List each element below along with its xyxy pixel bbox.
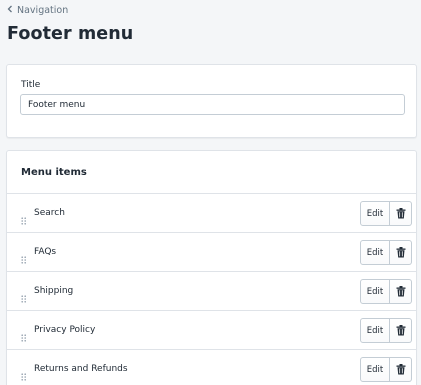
delete-button[interactable] [390,318,412,343]
menu-item-label: Privacy Policy [34,325,96,335]
breadcrumb[interactable]: Navigation [6,5,68,16]
trash-icon [396,325,405,336]
menu-item-row: Search Edit [7,194,416,233]
menu-item-label: Search [34,208,65,218]
trash-icon [396,364,405,375]
delete-button[interactable] [390,240,412,265]
title-card: Title [6,64,417,138]
breadcrumb-label[interactable]: Navigation [17,5,68,16]
trash-icon [396,286,405,297]
menu-item-label: Shipping [34,286,74,296]
menu-items-card: Menu items Search Edit FAQs Edit Shippin… [6,150,417,385]
menu-item-row: FAQs Edit [7,233,416,272]
edit-button[interactable]: Edit [360,201,390,226]
menu-item-actions: Edit [360,357,412,382]
drag-handle-icon[interactable] [21,327,27,342]
delete-button[interactable] [390,279,412,304]
delete-button[interactable] [390,201,412,226]
menu-item-actions: Edit [360,279,412,304]
drag-handle-icon[interactable] [21,288,27,303]
trash-icon [396,247,405,258]
menu-item-label: FAQs [34,247,57,257]
page: Navigation Footer menu Title Menu items … [0,0,421,385]
menu-items-list: Search Edit FAQs Edit Shipping Edit Priv… [7,194,416,385]
menu-item-row: Shipping Edit [7,272,416,311]
edit-button[interactable]: Edit [360,279,390,304]
menu-item-actions: Edit [360,201,412,226]
trash-icon [396,208,405,219]
drag-handle-icon[interactable] [21,210,27,225]
menu-item-actions: Edit [360,240,412,265]
menu-items-heading: Menu items [21,167,87,178]
delete-button[interactable] [390,357,412,382]
edit-button[interactable]: Edit [360,240,390,265]
menu-item-row: Privacy Policy Edit [7,311,416,350]
menu-item-actions: Edit [360,318,412,343]
page-title: Footer menu [7,24,134,44]
title-input[interactable] [20,94,405,115]
edit-button[interactable]: Edit [360,357,390,382]
menu-item-label: Returns and Refunds [34,364,128,374]
title-field-label: Title [21,80,41,90]
edit-button[interactable]: Edit [360,318,390,343]
drag-handle-icon[interactable] [21,366,27,381]
menu-item-row: Returns and Refunds Edit [7,350,416,385]
drag-handle-icon[interactable] [21,249,27,264]
chevron-left-icon [6,5,14,16]
